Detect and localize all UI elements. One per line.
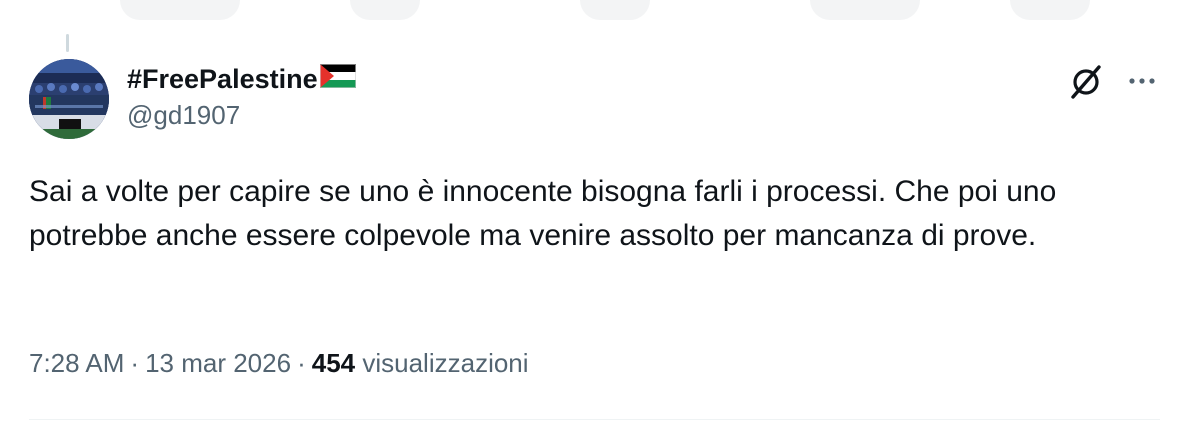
avatar[interactable] — [29, 59, 109, 139]
grok-icon[interactable] — [1066, 62, 1106, 102]
views-label: visualizzazioni — [362, 348, 529, 378]
thread-connector-line — [66, 34, 69, 52]
display-name-row[interactable]: #FreePalestine — [127, 62, 356, 96]
faded-action-shape — [1010, 0, 1090, 20]
avatar-image — [29, 59, 109, 139]
display-name[interactable]: #FreePalestine — [127, 62, 318, 96]
previous-tweet-actions-faded — [0, 0, 1190, 30]
faded-action-shape — [580, 0, 650, 20]
separator: · — [297, 348, 306, 378]
faded-action-shape — [120, 0, 240, 20]
separator: · — [130, 348, 140, 378]
user-info: #FreePalestine @gd1907 — [127, 62, 356, 132]
tweet-date[interactable]: 13 mar 2026 — [145, 348, 291, 378]
views-count: 454 — [311, 348, 356, 378]
tweet-time[interactable]: 7:28 AM — [29, 348, 124, 378]
tweet-metadata: 7:28 AM · 13 mar 2026 · 454 visualizzazioni — [29, 346, 529, 380]
faded-action-shape — [350, 0, 420, 20]
more-options-icon[interactable] — [1124, 66, 1160, 96]
tweet-text: Sai a volte per capire se uno è innocent… — [29, 175, 1057, 252]
faded-action-shape — [810, 0, 920, 20]
user-handle[interactable]: @gd1907 — [127, 98, 356, 132]
palestine-flag-icon — [319, 62, 356, 96]
divider — [29, 419, 1160, 420]
